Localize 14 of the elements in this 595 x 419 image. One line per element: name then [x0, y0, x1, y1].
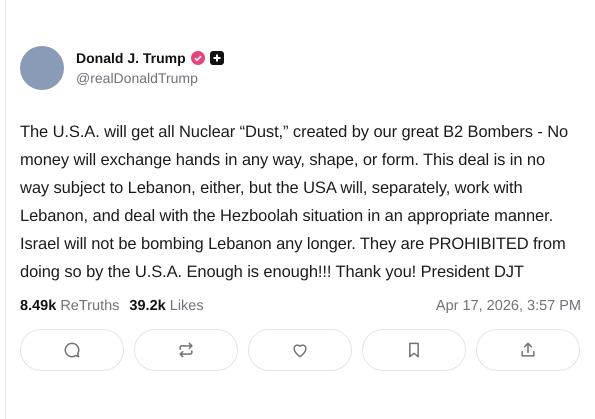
stat-count[interactable]: 8.49k ReTruths [20, 298, 120, 314]
share-button[interactable] [476, 329, 580, 371]
author-handle[interactable]: @realDonaldTrump [76, 70, 224, 86]
post-timestamp: Apr 17, 2026, 3:57 PM [436, 298, 581, 314]
reply-button[interactable] [20, 329, 124, 371]
stat-count[interactable]: 39.2k Likes [129, 298, 204, 314]
bookmark-button[interactable] [362, 329, 466, 371]
comment-icon [62, 340, 82, 360]
avatar[interactable] [20, 46, 64, 90]
plus-badge-icon [210, 51, 224, 65]
retruth-button[interactable] [134, 329, 238, 371]
author-name[interactable]: Donald J. Trump [76, 50, 186, 66]
like-button[interactable] [248, 329, 352, 371]
post-text: The U.S.A. will get all Nuclear “Dust,” created by our great B2 Bombers - No money will exchange hands in any way, shape, or form. This deal is in no way subject to Lebanon, either, but the USA will, separately, work with Lebanon, and deal with the Hezboolah situation in an appropriate manner. Israel will not be bombing Lebanon any longer. They are PROHIBITED from doing so by the U.S.A. Enough is enough!!! Thank you! President DJT [20, 122, 570, 283]
